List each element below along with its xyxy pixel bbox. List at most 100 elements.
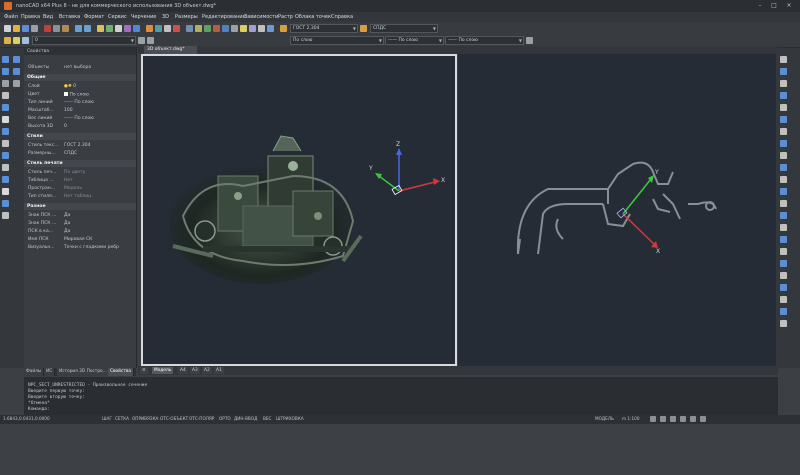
new-file-icon[interactable] bbox=[4, 25, 11, 32]
chamfer-icon[interactable] bbox=[780, 188, 787, 195]
hatch-tool-icon[interactable] bbox=[2, 128, 9, 135]
explode-icon[interactable] bbox=[780, 200, 787, 207]
text-icon[interactable] bbox=[222, 25, 229, 32]
hatch-icon[interactable] bbox=[231, 25, 238, 32]
property-row[interactable]: Простран... Модель bbox=[24, 185, 136, 192]
menu-constraints[interactable]: Зависимости bbox=[244, 14, 278, 20]
property-row[interactable]: Тип линий —— По слою bbox=[24, 99, 136, 106]
text-style-icon[interactable] bbox=[280, 25, 287, 32]
tab-is[interactable]: ИС bbox=[44, 368, 56, 376]
layer-manager-icon[interactable] bbox=[4, 37, 11, 44]
calculator-icon[interactable] bbox=[186, 25, 193, 32]
menu-dimensions[interactable]: Размеры bbox=[175, 14, 198, 20]
property-row[interactable]: Тип стиля... Нет таблиц bbox=[24, 193, 136, 200]
status-osnap[interactable]: ОПРИВЯЗКА bbox=[132, 416, 158, 421]
annotation-icon[interactable] bbox=[650, 416, 656, 422]
zoom-window-icon[interactable] bbox=[124, 25, 131, 32]
match-properties-icon[interactable] bbox=[97, 25, 104, 32]
tab-model[interactable]: Модель bbox=[152, 367, 174, 374]
status-ortho[interactable]: ОРТО bbox=[219, 416, 231, 421]
rectangle-icon[interactable] bbox=[2, 80, 9, 87]
copy-icon[interactable] bbox=[53, 25, 60, 32]
extend-icon[interactable] bbox=[780, 140, 787, 147]
status-lineweight[interactable]: ВЕС bbox=[263, 416, 271, 421]
menu-help[interactable]: Справка bbox=[331, 14, 353, 20]
properties-icon[interactable] bbox=[146, 25, 153, 32]
measure-icon[interactable] bbox=[173, 25, 180, 32]
status-hatch[interactable]: ШТРИХОВКА bbox=[276, 416, 304, 421]
dim-style-icon[interactable] bbox=[360, 25, 367, 32]
erase-icon[interactable] bbox=[780, 236, 787, 243]
cut-icon[interactable] bbox=[44, 25, 51, 32]
tab-files[interactable]: Файлы bbox=[24, 368, 45, 376]
move-icon[interactable] bbox=[780, 56, 787, 63]
linetype-select[interactable]: —— По слою ▼ bbox=[385, 36, 444, 45]
paste-icon[interactable] bbox=[62, 25, 69, 32]
save-icon[interactable] bbox=[22, 25, 29, 32]
status-dynamic-input[interactable]: ДИН-ВВОД bbox=[234, 416, 257, 421]
light-icon[interactable] bbox=[240, 25, 247, 32]
category-misc[interactable]: Разное bbox=[24, 203, 136, 210]
lengthen-icon[interactable] bbox=[780, 308, 787, 315]
command-window[interactable]: NPC_SECT_UNRESTRICTED - Произвольное сеч… bbox=[24, 377, 778, 415]
offset-icon[interactable] bbox=[780, 152, 787, 159]
table-icon[interactable] bbox=[204, 25, 211, 32]
status-snap[interactable]: ШАГ bbox=[102, 416, 112, 421]
layer-freeze-icon[interactable] bbox=[22, 37, 29, 44]
point-icon[interactable] bbox=[2, 116, 9, 123]
menu-view[interactable]: Вид bbox=[43, 14, 53, 20]
menu-edit[interactable]: Правка bbox=[21, 14, 40, 20]
edit-polyline-icon[interactable] bbox=[780, 248, 787, 255]
category-styles[interactable]: Стили bbox=[24, 133, 136, 140]
property-row[interactable]: Размерны... СПДС bbox=[24, 150, 136, 157]
array-icon[interactable] bbox=[780, 164, 787, 171]
maximize-button[interactable]: □ bbox=[768, 1, 780, 10]
menu-file[interactable]: Файл bbox=[4, 14, 18, 20]
arc-icon[interactable] bbox=[13, 68, 20, 75]
menu-pointclouds[interactable]: Облака точек bbox=[295, 14, 331, 20]
lineweight-select[interactable]: —— По слою ▼ bbox=[445, 36, 524, 45]
design-center-icon[interactable] bbox=[155, 25, 162, 32]
layer-on-icon[interactable] bbox=[13, 37, 20, 44]
undo-icon[interactable] bbox=[75, 25, 82, 32]
polygon-icon[interactable] bbox=[13, 80, 20, 87]
workspace-icon[interactable] bbox=[660, 416, 666, 422]
fillet-icon[interactable] bbox=[780, 176, 787, 183]
property-row[interactable]: Масштаб... 100 bbox=[24, 107, 136, 114]
dimension-tool-icon[interactable] bbox=[2, 212, 9, 219]
minimize-button[interactable]: – bbox=[754, 1, 766, 10]
line-icon[interactable] bbox=[2, 56, 9, 63]
dim-style-select[interactable]: СПДС ▼ bbox=[370, 24, 438, 33]
property-row[interactable]: Стиль текс... ГОСТ 2.304 bbox=[24, 142, 136, 149]
block-icon[interactable] bbox=[213, 25, 220, 32]
pan-icon[interactable] bbox=[106, 25, 113, 32]
zoom-icon[interactable] bbox=[115, 25, 122, 32]
redo-icon[interactable] bbox=[84, 25, 91, 32]
property-row[interactable]: Таблица ... Нет bbox=[24, 177, 136, 184]
layer-select[interactable]: 0 ▼ bbox=[32, 36, 136, 45]
property-row[interactable]: Знак ПСК ... Да bbox=[24, 212, 136, 219]
ellipse-icon[interactable] bbox=[2, 104, 9, 111]
edit-hatch-icon[interactable] bbox=[780, 272, 787, 279]
tab-a1[interactable]: A1 bbox=[214, 367, 224, 374]
insert-block-icon[interactable] bbox=[2, 176, 9, 183]
isolate-icon[interactable] bbox=[680, 416, 686, 422]
markup-icon[interactable] bbox=[195, 25, 202, 32]
status-scale[interactable]: m 1:100 bbox=[622, 416, 639, 421]
color-select[interactable]: По слою ▼ bbox=[290, 36, 384, 45]
block-tool-icon[interactable] bbox=[2, 164, 9, 171]
menu-raster[interactable]: Растр bbox=[278, 14, 293, 20]
table-tool-icon[interactable] bbox=[2, 152, 9, 159]
property-row[interactable]: Визуальн... Точки с гладкими ребр bbox=[24, 244, 136, 251]
property-row[interactable]: Имя ПСК Мировая СК bbox=[24, 236, 136, 243]
menu-modify[interactable]: Редактирование bbox=[202, 14, 246, 20]
close-button[interactable]: × bbox=[783, 1, 795, 10]
stretch-icon[interactable] bbox=[780, 116, 787, 123]
tab-a3[interactable]: A3 bbox=[190, 367, 200, 374]
property-row[interactable]: Вес линий —— По слою bbox=[24, 115, 136, 122]
tab-properties[interactable]: Свойства bbox=[108, 368, 134, 376]
hardware-icon[interactable] bbox=[690, 416, 696, 422]
category-general[interactable]: Общие bbox=[24, 74, 136, 81]
open-file-icon[interactable] bbox=[13, 25, 20, 32]
property-row[interactable]: ПСК в ка... Да bbox=[24, 228, 136, 235]
